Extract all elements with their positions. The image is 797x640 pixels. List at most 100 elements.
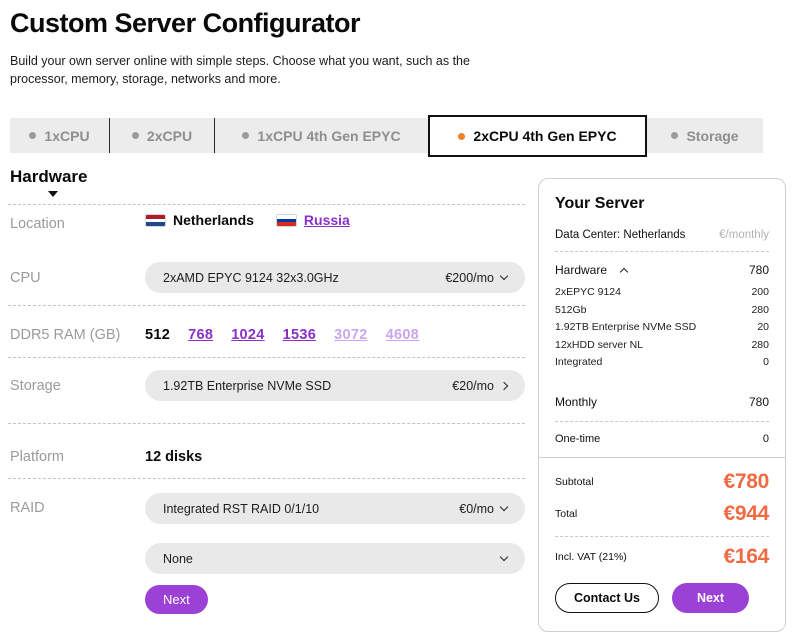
currency-label: €/monthly xyxy=(719,229,769,241)
summary-item-row: 512Gb 280 xyxy=(555,304,769,316)
location-label: Location xyxy=(10,216,65,232)
monthly-value: 780 xyxy=(749,395,769,409)
total-label: Total xyxy=(555,508,577,520)
monthly-row: Monthly 780 xyxy=(555,395,769,409)
divider xyxy=(555,536,769,537)
summary-next-button[interactable]: Next xyxy=(672,583,749,613)
chevron-down-icon xyxy=(500,272,508,280)
total-row: Total €944 xyxy=(555,502,769,526)
raid-price: €0/mo xyxy=(459,502,507,516)
item-label: Integrated xyxy=(555,356,602,368)
raid-value: Integrated RST RAID 0/1/10 xyxy=(163,502,319,516)
one-time-label: One-time xyxy=(555,433,600,445)
vat-value: €164 xyxy=(723,545,769,569)
one-time-value: 0 xyxy=(763,433,769,445)
summary-title: Your Server xyxy=(555,195,769,213)
storage-price: €20/mo xyxy=(452,379,507,393)
hardware-next-button[interactable]: Next xyxy=(145,585,208,614)
item-value: 280 xyxy=(751,339,769,351)
hardware-group-row[interactable]: Hardware 780 xyxy=(555,263,769,277)
storage-value: 1.92TB Enterprise NVMe SSD xyxy=(163,379,331,393)
ram-option-3072[interactable]: 3072 xyxy=(334,327,367,343)
location-option-russia[interactable]: Russia xyxy=(276,212,350,228)
platform-value: 12 disks xyxy=(145,449,202,465)
your-server-summary-card: Your Server Data Center: Netherlands €/m… xyxy=(538,178,786,632)
item-label: 1.92TB Enterprise NVMe SSD xyxy=(555,321,696,333)
location-option-label: Netherlands xyxy=(173,212,254,228)
item-value: 20 xyxy=(757,321,769,333)
location-option-link[interactable]: Russia xyxy=(304,212,350,228)
item-value: 200 xyxy=(751,286,769,298)
location-option-netherlands[interactable]: Netherlands xyxy=(145,212,254,228)
item-label: 12xHDD server NL xyxy=(555,339,643,351)
tab-bullet-icon xyxy=(671,132,678,139)
hardware-config-panel: Hardware Location Netherlands Russia CPU… xyxy=(8,165,525,630)
ram-label: DDR5 RAM (GB) xyxy=(10,327,120,343)
divider xyxy=(555,251,769,252)
item-value: 0 xyxy=(763,356,769,368)
tab-1xcpu-4th-gen-epyc[interactable]: 1xCPU 4th Gen EPYC xyxy=(215,118,428,153)
collapse-triangle-icon[interactable] xyxy=(48,191,58,197)
ram-option-768[interactable]: 768 xyxy=(188,327,213,343)
tab-label: 2xCPU xyxy=(147,128,192,144)
summary-buttons: Contact Us Next xyxy=(555,583,769,613)
raid-secondary-dropdown[interactable]: None xyxy=(145,543,525,574)
hardware-section-title[interactable]: Hardware xyxy=(10,167,87,187)
item-value: 280 xyxy=(751,304,769,316)
divider xyxy=(8,204,525,205)
storage-label: Storage xyxy=(10,378,61,394)
configurator-tabs: 1xCPU 2xCPU 1xCPU 4th Gen EPYC 2xCPU 4th… xyxy=(10,118,763,153)
divider xyxy=(8,423,525,424)
chevron-down-icon xyxy=(500,503,508,511)
total-value: €944 xyxy=(723,502,769,526)
data-center-row: Data Center: Netherlands €/monthly xyxy=(555,229,769,241)
tab-bullet-icon xyxy=(132,132,139,139)
ram-option-4608[interactable]: 4608 xyxy=(386,327,419,343)
cpu-price: €200/mo xyxy=(445,271,507,285)
divider xyxy=(8,357,525,358)
raid-label: RAID xyxy=(10,500,45,516)
chevron-down-icon xyxy=(500,553,508,561)
cpu-dropdown[interactable]: 2xAMD EPYC 9124 32x3.0GHz €200/mo xyxy=(145,262,525,293)
monthly-label: Monthly xyxy=(555,395,597,409)
contact-us-button[interactable]: Contact Us xyxy=(555,583,659,613)
tab-bullet-icon xyxy=(242,132,249,139)
one-time-row: One-time 0 xyxy=(555,433,769,445)
storage-dropdown[interactable]: 1.92TB Enterprise NVMe SSD €20/mo xyxy=(145,370,525,401)
custom-server-configurator-page: Custom Server Configurator Build your ow… xyxy=(0,0,797,640)
raid-dropdown[interactable]: Integrated RST RAID 0/1/10 €0/mo xyxy=(145,493,525,524)
tab-label: 1xCPU xyxy=(44,128,89,144)
summary-item-row: 12xHDD server NL 280 xyxy=(555,339,769,351)
hardware-group-label: Hardware xyxy=(555,263,607,277)
data-center-value: Data Center: Netherlands xyxy=(555,229,685,241)
tab-label: Storage xyxy=(686,128,738,144)
vat-label: Incl. VAT (21%) xyxy=(555,551,627,563)
netherlands-flag-icon xyxy=(145,214,166,227)
tab-1xcpu[interactable]: 1xCPU xyxy=(10,118,110,153)
summary-item-row: 2xEPYC 9124 200 xyxy=(555,286,769,298)
tab-storage[interactable]: Storage xyxy=(647,118,763,153)
tab-label: 2xCPU 4th Gen EPYC xyxy=(473,128,616,144)
hardware-group-total: 780 xyxy=(749,263,769,277)
raid-secondary-value: None xyxy=(163,552,193,566)
page-description: Build your own server online with simple… xyxy=(10,52,510,88)
totals-section: Subtotal €780 Total €944 Incl. VAT (21%)… xyxy=(539,457,785,613)
ram-option-512-selected[interactable]: 512 xyxy=(145,327,170,343)
subtotal-row: Subtotal €780 xyxy=(555,470,769,494)
vat-row: Incl. VAT (21%) €164 xyxy=(555,545,769,569)
tab-2xcpu[interactable]: 2xCPU xyxy=(110,118,215,153)
divider xyxy=(8,478,525,479)
ram-option-1536[interactable]: 1536 xyxy=(283,327,316,343)
chevron-up-icon[interactable] xyxy=(620,268,628,276)
tab-2xcpu-4th-gen-epyc-active[interactable]: 2xCPU 4th Gen EPYC xyxy=(428,115,647,157)
item-label: 2xEPYC 9124 xyxy=(555,286,621,298)
ram-option-1024[interactable]: 1024 xyxy=(231,327,264,343)
divider xyxy=(555,421,769,422)
item-label: 512Gb xyxy=(555,304,587,316)
tab-bullet-icon xyxy=(458,133,465,140)
ram-options: 512 768 1024 1536 3072 4608 xyxy=(145,327,419,343)
russia-flag-icon xyxy=(276,214,297,227)
location-options: Netherlands Russia xyxy=(145,212,350,228)
tab-label: 1xCPU 4th Gen EPYC xyxy=(257,128,400,144)
page-title: Custom Server Configurator xyxy=(10,8,360,39)
